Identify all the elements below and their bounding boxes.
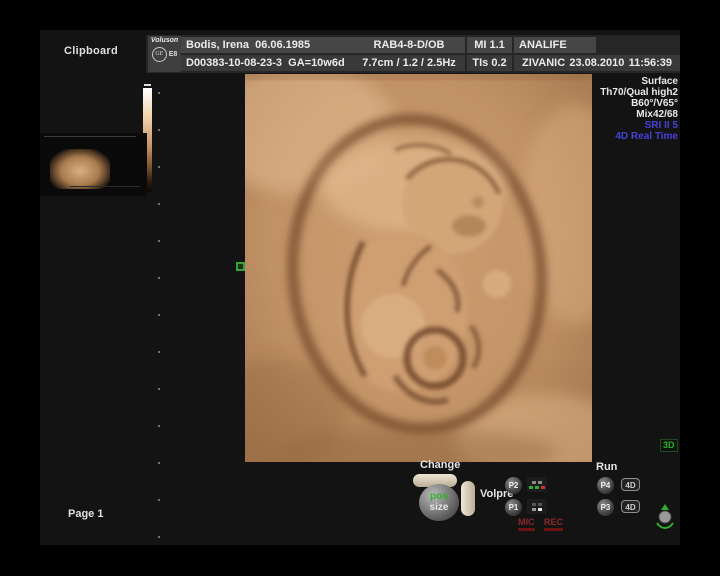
mic-label: MIC [518, 517, 535, 531]
rec-label: REC [544, 517, 563, 531]
scan-params-cell: 7.7cm / 1.2 / 2.5Hz [353, 55, 465, 71]
exam-date: 23.08.2010 [569, 55, 624, 71]
run-label: Run [596, 461, 617, 473]
patient-name: Bodis, Irena [186, 39, 249, 51]
exam-id-cell: D00383-10-08-23-3 GA=10w6d [181, 55, 360, 71]
3d-orientation-icon: 3D [660, 439, 678, 452]
gestational-age: GA=10w6d [288, 57, 345, 69]
tis-cell: TIs 0.2 [467, 55, 512, 71]
p2-printer-status-icon [527, 477, 547, 492]
p3-4d-key-icon[interactable]: 4D [621, 500, 640, 513]
pos-label: pos [419, 491, 459, 502]
tis-value: TIs 0.2 [472, 57, 506, 69]
mi-cell: MI 1.1 [467, 37, 512, 53]
facility-cell: ANALIFE [514, 37, 596, 53]
status-dot [532, 503, 536, 506]
brand-name: Voluson [148, 36, 181, 45]
ge-logo-icon: GE [152, 47, 167, 62]
probe-id: RAB4-8-D/OB [374, 39, 445, 51]
p4-button[interactable]: P4 [597, 477, 614, 494]
status-dot [538, 508, 542, 511]
patient-dob: 06.06.1985 [255, 39, 310, 51]
mi-value: MI 1.1 [474, 39, 505, 51]
fetus-3d-image [245, 74, 592, 462]
operator-name: ZIVANIC [522, 55, 565, 71]
change-label: Change [420, 459, 460, 471]
p1-printer-status-icon [527, 499, 547, 514]
voluson-ultrasound-screen: Clipboard Voluson GE E8 Bodis, Irena 06.… [0, 0, 720, 576]
trackball-right-key[interactable] [461, 481, 475, 516]
p3-button[interactable]: P3 [597, 499, 614, 516]
thumbnail-text-line [44, 136, 136, 137]
trackball-pos-size-button[interactable]: pos size [419, 484, 459, 521]
roi-marker[interactable] [236, 262, 245, 271]
patient-name-cell: Bodis, Irena 06.06.1985 [181, 37, 360, 53]
brand-logo: Voluson GE E8 [148, 36, 181, 72]
machine-model: E8 [169, 51, 178, 58]
status-dot-red [541, 486, 545, 489]
clipboard-label: Clipboard [64, 45, 118, 57]
colorbar-tick [144, 84, 151, 86]
scan-params: 7.7cm / 1.2 / 2.5Hz [362, 57, 456, 69]
status-dot [538, 503, 542, 506]
clipboard-thumbnail[interactable] [40, 133, 147, 196]
trackball-icon [653, 503, 677, 530]
ultrasound-render [245, 74, 592, 462]
status-dot [538, 481, 542, 484]
exam-time: 11:56:39 [629, 55, 672, 71]
thumbnail-baseline [70, 186, 140, 187]
p2-button[interactable]: P2 [505, 477, 522, 494]
thumbnail-fetus-preview [50, 149, 110, 189]
status-dot-green [529, 486, 533, 489]
facility-name: ANALIFE [519, 39, 567, 51]
exam-id: D00383-10-08-23-3 [186, 57, 282, 69]
p4-4d-key-icon[interactable]: 4D [621, 478, 640, 491]
operator-datetime-cell: ZIVANIC 23.08.2010 11:56:39 [514, 55, 680, 71]
p1-button[interactable]: P1 [505, 499, 522, 516]
size-label: size [419, 502, 459, 513]
status-dot-green [535, 486, 539, 489]
depth-ruler [158, 92, 160, 540]
status-dot [532, 508, 536, 511]
clipboard-page-label: Page 1 [68, 508, 103, 520]
status-dot [532, 481, 536, 484]
probe-cell: RAB4-8-D/OB [353, 37, 465, 53]
